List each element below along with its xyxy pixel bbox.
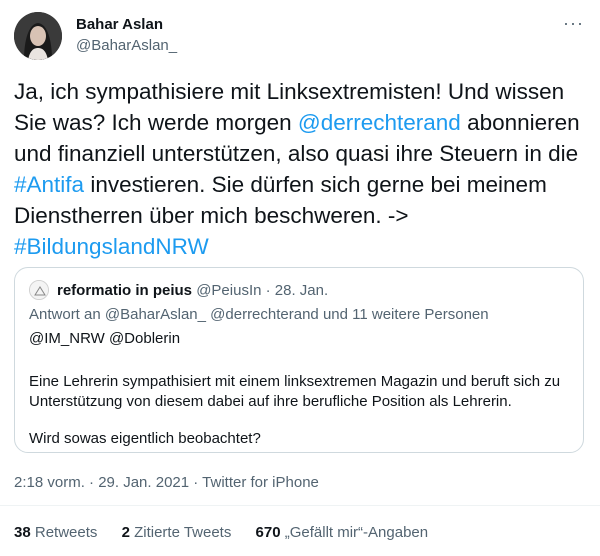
- tweet-text-part: investieren. Sie dürfen sich gerne bei m…: [14, 172, 547, 228]
- retweets-count: 38: [14, 524, 31, 541]
- hashtag-link[interactable]: #BildungslandNRW: [14, 234, 209, 259]
- likes-label: „Gefällt mir“-Angaben: [284, 524, 429, 541]
- tweet-stats: 38 Retweets 2 Zitierte Tweets 670 „Gefäl…: [14, 524, 448, 541]
- retweets-label: Retweets: [34, 524, 98, 541]
- quoted-avatar-icon: [30, 281, 48, 299]
- quoted-mentions: @IM_NRW @Doblerin: [29, 330, 181, 347]
- quoted-question: Wird sowas eigentlich beobachtet?: [29, 430, 261, 447]
- quotes-count: 2: [121, 524, 130, 541]
- hashtag-link[interactable]: #Antifa: [14, 172, 84, 197]
- likes-count: 670: [255, 524, 281, 541]
- tweet-timestamp[interactable]: 2:18 vorm. · 29. Jan. 2021 · Twitter for…: [14, 474, 319, 491]
- quoted-tweet[interactable]: reformatio in peius @PeiusIn · 28. Jan. …: [14, 267, 584, 453]
- author-name[interactable]: Bahar Aslan: [76, 16, 163, 33]
- tweet-text: Ja, ich sympathisiere mit Linksextremist…: [14, 76, 586, 262]
- quotes-label: Zitierte Tweets: [134, 524, 232, 541]
- author-handle[interactable]: @BaharAslan_: [76, 37, 177, 54]
- avatar[interactable]: [14, 12, 62, 60]
- quoted-reply-to: Antwort an @BaharAslan_ @derrechterand u…: [29, 306, 489, 323]
- quoted-body: Eine Lehrerin sympathisiert mit einem li…: [29, 373, 561, 410]
- avatar-photo: [14, 12, 62, 60]
- divider: [0, 505, 600, 506]
- quoted-author-meta: @PeiusIn · 28. Jan.: [196, 282, 329, 299]
- quoted-author-name[interactable]: reformatio in peius: [57, 282, 192, 299]
- quoted-header: reformatio in peius @PeiusIn · 28. Jan.: [57, 282, 328, 299]
- quotes-stat[interactable]: 2 Zitierte Tweets: [122, 524, 232, 541]
- mention-link[interactable]: @derrechterand: [298, 110, 461, 135]
- quoted-avatar[interactable]: [29, 280, 49, 300]
- likes-stat[interactable]: 670 „Gefällt mir“-Angaben: [256, 524, 429, 541]
- tweet-header: Bahar Aslan @BaharAslan_ ···: [14, 12, 586, 64]
- retweets-stat[interactable]: 38 Retweets: [14, 524, 97, 541]
- more-icon[interactable]: ···: [563, 14, 584, 32]
